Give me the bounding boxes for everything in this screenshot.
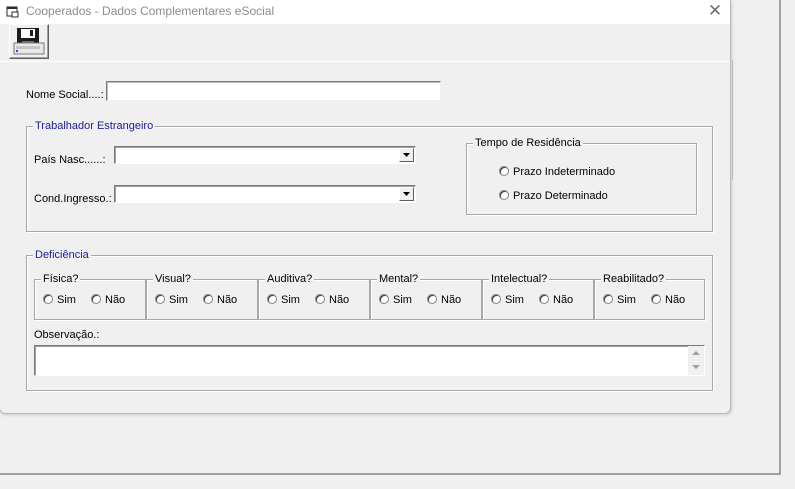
nome-social-input[interactable] xyxy=(106,81,441,101)
mental-sim-radio[interactable]: Sim xyxy=(379,294,412,306)
fisica-nao-radio[interactable]: Não xyxy=(91,294,125,306)
save-button[interactable] xyxy=(9,24,49,59)
chevron-down-icon xyxy=(403,192,410,196)
chevron-down-icon xyxy=(403,153,410,157)
tempo-residencia-group: Tempo de Residência xyxy=(466,137,697,215)
toolbar-separator xyxy=(1,61,729,62)
mental-nao-radio[interactable]: Não xyxy=(427,294,461,306)
observacao-scrollbar[interactable] xyxy=(688,346,704,375)
radio-circle-icon xyxy=(427,294,437,304)
scroll-up-icon[interactable] xyxy=(691,348,701,358)
visual-label: Visual? xyxy=(153,273,193,286)
radio-circle-icon xyxy=(491,294,501,304)
intelectual-sim-radio[interactable]: Sim xyxy=(491,294,524,306)
radio-circle-icon xyxy=(379,294,389,304)
pais-nasc-select[interactable] xyxy=(114,146,416,164)
radio-circle-icon xyxy=(43,294,53,304)
radio-circle-icon xyxy=(315,294,325,304)
close-button[interactable]: ✕ xyxy=(704,2,726,22)
visual-nao-radio[interactable]: Não xyxy=(203,294,237,306)
intelectual-nao-radio[interactable]: Não xyxy=(539,294,573,306)
mental-label: Mental? xyxy=(377,273,421,286)
reabilitado-label: Reabilitado? xyxy=(601,273,667,286)
fisica-label: Física? xyxy=(41,273,81,286)
trabalhador-estrangeiro-title: Trabalhador Estrangeiro xyxy=(33,120,156,133)
auditiva-label: Auditiva? xyxy=(265,273,315,286)
cond-ingresso-label: Cond.Ingresso.: xyxy=(34,193,112,205)
deficiencia-title: Deficiência xyxy=(33,249,91,262)
close-icon: ✕ xyxy=(707,1,723,20)
radio-circle-icon xyxy=(155,294,165,304)
radio-circle-icon xyxy=(651,294,661,304)
nome-social-label: Nome Social....: xyxy=(26,89,104,101)
fisica-sim-radio[interactable]: Sim xyxy=(43,294,76,306)
radio-circle-icon xyxy=(91,294,101,304)
radio-circle-icon xyxy=(267,294,277,304)
intelectual-label: Intelectual? xyxy=(489,273,550,286)
window-app-icon xyxy=(6,6,19,18)
pais-nasc-dropdown-button[interactable] xyxy=(399,148,414,162)
prazo-indeterminado-radio[interactable]: Prazo Indeterminado xyxy=(499,166,615,178)
observacao-textarea[interactable] xyxy=(34,345,705,376)
radio-circle-icon xyxy=(499,190,509,200)
dialog-window: Cooperados - Dados Complementares eSocia… xyxy=(0,0,731,414)
prazo-determinado-radio[interactable]: Prazo Determinado xyxy=(499,190,608,202)
radio-circle-icon xyxy=(603,294,613,304)
radio-circle-icon xyxy=(499,166,509,176)
auditiva-nao-radio[interactable]: Não xyxy=(315,294,349,306)
pais-nasc-label: País Nasc......: xyxy=(34,154,106,166)
observacao-label: Observação.: xyxy=(34,329,100,341)
cond-ingresso-select[interactable] xyxy=(114,185,416,203)
scroll-down-icon[interactable] xyxy=(691,362,701,372)
background-divider xyxy=(732,60,733,180)
window-title: Cooperados - Dados Complementares eSocia… xyxy=(26,4,275,18)
reabilitado-sim-radio[interactable]: Sim xyxy=(603,294,636,306)
radio-circle-icon xyxy=(203,294,213,304)
reabilitado-nao-radio[interactable]: Não xyxy=(651,294,685,306)
cond-ingresso-dropdown-button[interactable] xyxy=(399,187,414,201)
visual-sim-radio[interactable]: Sim xyxy=(155,294,188,306)
floppy-disk-save-icon xyxy=(13,28,45,55)
title-bar: Cooperados - Dados Complementares eSocia… xyxy=(0,0,730,24)
auditiva-sim-radio[interactable]: Sim xyxy=(267,294,300,306)
radio-circle-icon xyxy=(539,294,549,304)
tempo-residencia-title: Tempo de Residência xyxy=(473,137,583,150)
